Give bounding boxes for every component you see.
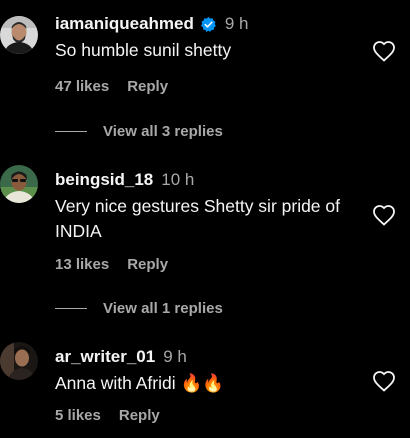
likes-count[interactable]: 13 likes <box>55 256 109 273</box>
verified-badge-icon <box>201 16 216 32</box>
reply-button[interactable]: Reply <box>127 256 168 273</box>
view-replies-label[interactable]: View all 1 replies <box>103 300 223 317</box>
timestamp: 10 h <box>161 170 195 189</box>
avatar[interactable] <box>0 165 38 203</box>
comment-text: So humble sunil shetty <box>55 40 232 60</box>
username[interactable]: iamaniqueahmed <box>55 14 194 34</box>
timestamp: 9 h <box>163 347 187 366</box>
view-replies-button[interactable]: View all 3 replies <box>55 123 223 140</box>
likes-count[interactable]: 5 likes <box>55 407 101 424</box>
reply-button[interactable]: Reply <box>119 407 160 424</box>
avatar[interactable] <box>0 342 38 380</box>
username[interactable]: beingsid_18 <box>55 170 153 190</box>
timestamp: 9 h <box>224 14 249 33</box>
likes-count[interactable]: 47 likes <box>55 78 109 95</box>
comment-actions: 47 likes Reply <box>55 78 168 95</box>
comment-text: Very nice gestures Shetty sir pride of I… <box>55 196 340 241</box>
reply-button[interactable]: Reply <box>127 78 168 95</box>
view-replies-label[interactable]: View all 3 replies <box>103 123 223 140</box>
username[interactable]: ar_writer_01 <box>55 347 155 367</box>
divider <box>55 131 87 132</box>
comment-item: iamaniqueahmed 9 h So humble sunil shett… <box>0 0 410 140</box>
view-replies-button[interactable]: View all 1 replies <box>55 300 223 317</box>
comment-text: Anna with Afridi 🔥🔥 <box>55 373 225 393</box>
comment-item: ar_writer_01 9 h Anna with Afridi 🔥🔥 5 l… <box>0 340 410 438</box>
heart-icon[interactable] <box>372 40 396 62</box>
heart-icon[interactable] <box>372 204 396 226</box>
avatar[interactable] <box>0 16 38 54</box>
comment-item: beingsid_18 10 h Very nice gestures Shet… <box>0 160 410 330</box>
comment-actions: 5 likes Reply <box>55 407 160 424</box>
heart-icon[interactable] <box>372 370 396 392</box>
comment-actions: 13 likes Reply <box>55 256 168 273</box>
divider <box>55 308 87 309</box>
